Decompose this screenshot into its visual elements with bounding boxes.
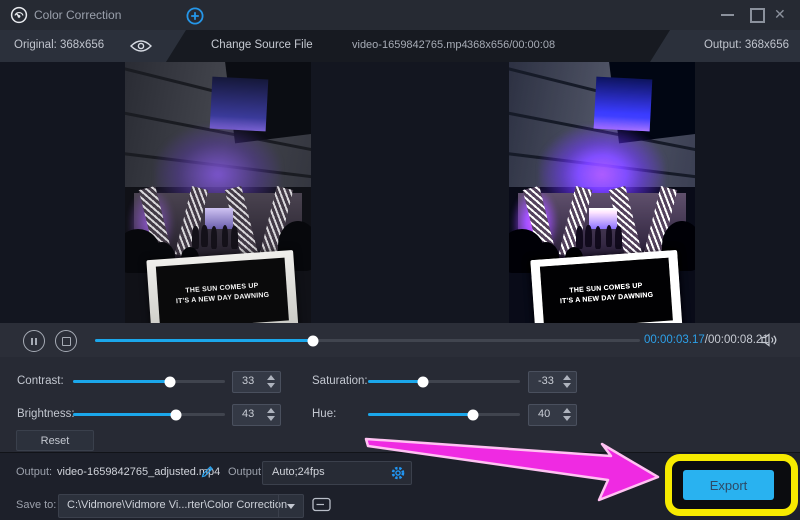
lyrics-display: THE SUN COMES UP IT'S A NEW DAY DAWNING [156,258,289,323]
spin-down-icon[interactable] [563,416,571,421]
save-path-dropdown-button[interactable] [278,495,303,517]
stop-button[interactable] [55,330,77,352]
saturation-spin-arrows[interactable] [563,375,571,388]
contrast-label: Contrast: [17,375,64,387]
export-button[interactable]: Export [683,470,774,500]
lyrics-caption: THE SUN COMES UP IT'S A NEW DAY DAWNING [559,281,654,307]
hue-spinner[interactable]: 40 [528,404,577,426]
spin-down-icon[interactable] [267,383,275,388]
contrast-spin-arrows[interactable] [267,375,275,388]
contrast-thumb[interactable] [165,376,176,387]
video-scene: THE SUN COMES UP IT'S A NEW DAY DAWNING [509,62,695,323]
save-path-dropdown[interactable]: C:\Vidmore\Vidmore Vi...rter\Color Corre… [58,494,304,518]
brightness-thumb[interactable] [171,409,182,420]
lyrics-monitor: THE SUN COMES UP IT'S A NEW DAY DAWNING [147,250,299,323]
reset-button[interactable]: Reset [16,430,94,451]
app-gauge-icon [10,6,28,24]
preview-output-video: THE SUN COMES UP IT'S A NEW DAY DAWNING [509,62,695,323]
preview-original-video: THE SUN COMES UP IT'S A NEW DAY DAWNING [125,62,311,323]
output-format-select[interactable]: Auto;24fps [262,461,412,485]
save-path-value: C:\Vidmore\Vidmore Vi...rter\Color Corre… [67,499,287,511]
playback-bar: 00:00:03.17 /00:00:08.21 [0,323,800,358]
hue-value: 40 [538,408,550,420]
title-bar: Color Correction ✕ [0,0,800,30]
adjustments-panel: Contrast: 33 Saturation: -33 [0,357,800,452]
stop-icon [62,337,71,346]
window-title: Color Correction [34,8,121,22]
lyrics-monitor: THE SUN COMES UP IT'S A NEW DAY DAWNING [531,250,683,323]
source-filename: video-1659842765.mp4 [352,39,468,51]
brightness-slider[interactable] [73,413,225,416]
saturation-value: -33 [538,375,554,387]
spin-up-icon[interactable] [563,408,571,413]
output-filename: video-1659842765_adjusted.mp4 [57,466,220,478]
close-button[interactable]: ✕ [774,6,786,23]
hue-slider[interactable] [368,413,520,416]
spin-up-icon[interactable] [267,408,275,413]
maximize-button[interactable] [750,8,765,23]
seek-slider[interactable] [95,339,640,342]
output-format-value: Auto;24fps [272,466,325,478]
volume-icon[interactable] [761,333,778,347]
change-source-file-button[interactable]: Change Source File [211,39,313,51]
seek-fill [95,339,313,342]
contrast-slider[interactable] [73,380,225,383]
output-name-label: Output: [16,466,52,478]
hue-spin-arrows[interactable] [563,408,571,421]
brightness-spin-arrows[interactable] [267,408,275,421]
saturation-thumb[interactable] [417,376,428,387]
brightness-value: 43 [242,408,254,420]
gear-icon[interactable] [390,465,406,481]
eye-preview-icon[interactable] [130,40,152,52]
output-resolution-label: Output: 368x656 [704,39,789,51]
lyrics-caption: THE SUN COMES UP IT'S A NEW DAY DAWNING [175,281,270,307]
lyrics-display: THE SUN COMES UP IT'S A NEW DAY DAWNING [540,258,673,323]
spin-up-icon[interactable] [267,375,275,380]
spin-up-icon[interactable] [563,375,571,380]
pause-icon [31,338,37,345]
source-file-info: 368x656/00:00:08 [467,39,555,51]
minimize-button[interactable] [721,14,734,16]
spin-down-icon[interactable] [267,416,275,421]
brightness-label: Brightness: [17,408,75,420]
adjust-row-1: Contrast: 33 Saturation: -33 [0,371,800,392]
rename-pencil-icon[interactable] [201,464,215,478]
save-to-label: Save to: [16,499,56,511]
add-source-icon[interactable] [186,7,204,25]
spin-down-icon[interactable] [563,383,571,388]
chevron-down-icon [287,504,295,509]
current-time: 00:00:03.17 [644,334,705,346]
total-time: /00:00:08.21 [705,334,769,346]
time-display: 00:00:03.17 /00:00:08.21 [644,323,769,357]
hue-label: Hue: [312,408,336,420]
video-scene: THE SUN COMES UP IT'S A NEW DAY DAWNING [125,62,311,323]
contrast-spinner[interactable]: 33 [232,371,281,393]
adjust-row-2: Brightness: 43 Hue: 40 [0,404,800,425]
output-format-label: Output: [228,466,264,478]
pause-button[interactable] [23,330,45,352]
original-resolution-label: Original: 368x656 [14,39,104,51]
hue-thumb[interactable] [467,409,478,420]
saturation-label: Saturation: [312,375,368,387]
contrast-value: 33 [242,375,254,387]
saturation-slider[interactable] [368,380,520,383]
preview-area: THE SUN COMES UP IT'S A NEW DAY DAWNING [0,62,800,323]
open-folder-icon[interactable] [312,497,332,512]
brightness-spinner[interactable]: 43 [232,404,281,426]
color-correction-window: Color Correction ✕ Original: 368x656 Out… [0,0,800,520]
seek-thumb[interactable] [308,335,319,346]
saturation-spinner[interactable]: -33 [528,371,577,393]
